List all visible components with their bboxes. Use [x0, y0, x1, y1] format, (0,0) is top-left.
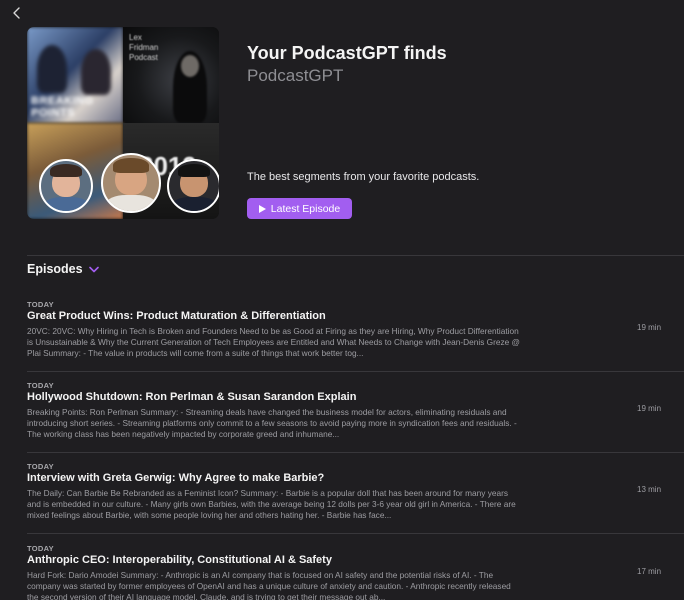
artwork-tile-lex: Lex Fridman Podcast	[123, 27, 219, 123]
episode-title: Anthropic CEO: Interoperability, Constit…	[27, 554, 332, 566]
episode-description: Hard Fork: Dario Amodei Summary: - Anthr…	[27, 570, 511, 600]
chevron-left-icon	[13, 7, 20, 19]
back-button[interactable]	[8, 4, 26, 22]
header-divider	[27, 255, 684, 256]
episodes-heading: Episodes	[27, 262, 83, 276]
episode-row[interactable]: TODAY Anthropic CEO: Interoperability, C…	[27, 544, 684, 600]
podcast-author[interactable]: PodcastGPT	[247, 66, 343, 86]
latest-episode-button[interactable]: Latest Episode	[247, 198, 352, 219]
latest-episode-label: Latest Episode	[270, 202, 341, 215]
episodes-section-toggle[interactable]: Episodes	[27, 262, 99, 276]
episode-title: Interview with Greta Gerwig: Why Agree t…	[27, 472, 325, 484]
host-face-left	[39, 159, 93, 213]
episode-divider	[27, 533, 684, 534]
play-icon	[258, 204, 266, 213]
podcast-title: Your PodcastGPT finds	[247, 43, 447, 63]
episode-title: Great Product Wins: Product Maturation &…	[27, 310, 326, 322]
episode-divider	[27, 452, 684, 453]
episode-row[interactable]: TODAY Great Product Wins: Product Matura…	[27, 300, 684, 381]
host-face-right	[167, 159, 219, 213]
episode-date: TODAY	[27, 300, 54, 309]
episode-row[interactable]: TODAY Hollywood Shutdown: Ron Perlman & …	[27, 381, 684, 462]
episode-description: 20VC: 20VC: Why Hiring in Tech is Broken…	[27, 326, 520, 358]
episode-description: The Daily: Can Barbie Be Rebranded as a …	[27, 488, 516, 520]
episode-row[interactable]: TODAY Interview with Greta Gerwig: Why A…	[27, 462, 684, 543]
episode-duration: 17 min	[637, 567, 662, 576]
host-face-center	[101, 153, 161, 213]
artwork-tile-breaking-points: BREAKING POINTS	[27, 27, 123, 123]
episode-duration: 19 min	[637, 323, 662, 332]
episode-duration: 19 min	[637, 404, 662, 413]
episode-date: TODAY	[27, 544, 54, 553]
episode-divider	[27, 371, 684, 372]
podcast-description: The best segments from your favorite pod…	[247, 171, 480, 183]
episode-date: TODAY	[27, 462, 54, 471]
chevron-down-icon	[88, 266, 99, 272]
podcast-artwork: BREAKING POINTS Lex Fridman Podcast 2019	[27, 27, 219, 219]
episode-duration: 13 min	[637, 485, 662, 494]
episode-description: Breaking Points: Ron Perlman Summary: - …	[27, 407, 517, 439]
episode-title: Hollywood Shutdown: Ron Perlman & Susan …	[27, 391, 357, 403]
episode-date: TODAY	[27, 381, 54, 390]
